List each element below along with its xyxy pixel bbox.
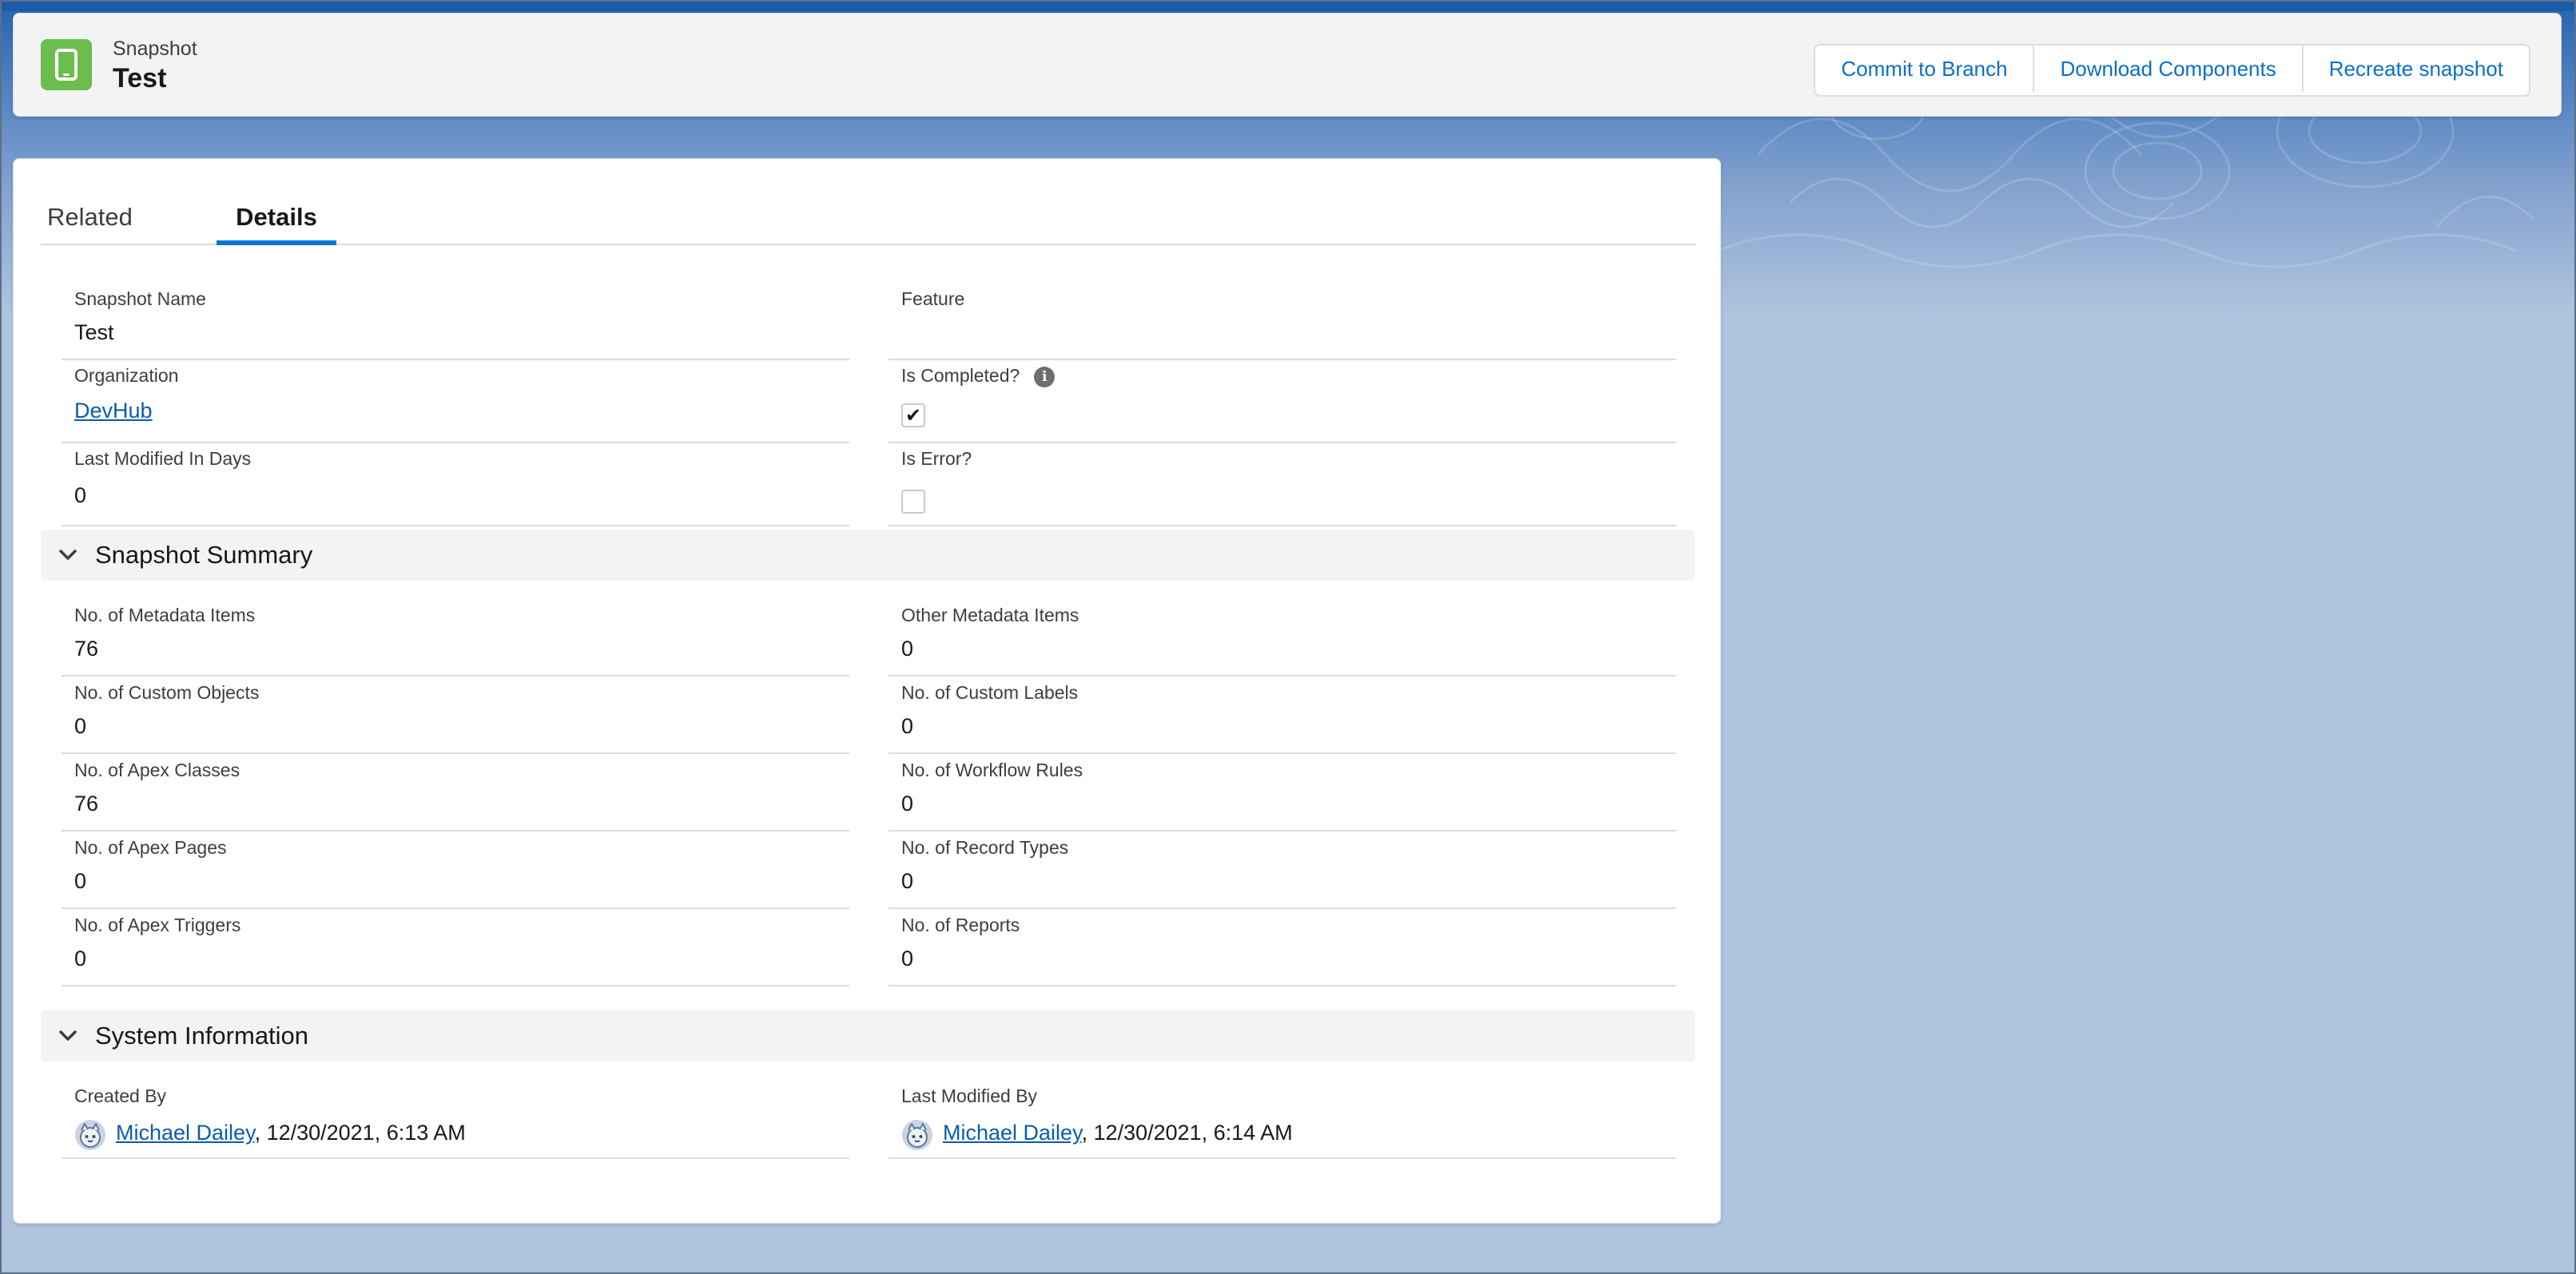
field-record-types: No. of Record Types 0 bbox=[888, 837, 1676, 909]
field-label: No. of Apex Triggers bbox=[74, 915, 241, 935]
created-by-datetime: , 12/30/2021, 6:13 AM bbox=[254, 1121, 466, 1145]
record-header: Snapshot Test Commit to Branch Download … bbox=[13, 13, 2562, 117]
field-label: No. of Custom Objects bbox=[74, 682, 260, 703]
field-value: 0 bbox=[901, 869, 914, 893]
field-label: No. of Apex Pages bbox=[74, 837, 227, 858]
field-label: No. of Record Types bbox=[901, 837, 1069, 858]
field-label: No. of Workflow Rules bbox=[901, 760, 1083, 780]
action-button-group: Commit to Branch Download Components Rec… bbox=[1814, 44, 2530, 97]
recreate-snapshot-button[interactable]: Recreate snapshot bbox=[2301, 46, 2529, 92]
detail-card: Related Details Snapshot Name Test Featu… bbox=[13, 158, 1721, 1224]
field-value: 0 bbox=[901, 637, 914, 661]
last-modified-by-datetime: , 12/30/2021, 6:14 AM bbox=[1081, 1121, 1293, 1145]
section-title: System Information bbox=[95, 1022, 309, 1050]
user-avatar-icon bbox=[75, 1120, 105, 1150]
field-last-modified-in-days: Last Modified In Days 0 bbox=[62, 448, 849, 526]
user-avatar-icon bbox=[902, 1120, 932, 1150]
field-label: No. of Custom Labels bbox=[901, 682, 1079, 703]
field-custom-objects: No. of Custom Objects 0 bbox=[62, 682, 849, 754]
is-error-checkbox bbox=[901, 490, 925, 514]
field-is-completed: Is Completed? i ✔ bbox=[888, 365, 1676, 443]
field-apex-triggers: No. of Apex Triggers 0 bbox=[62, 915, 849, 986]
mobile-device-icon bbox=[41, 39, 92, 90]
chevron-down-icon bbox=[59, 550, 77, 560]
field-value: 0 bbox=[74, 483, 87, 507]
field-value: 0 bbox=[901, 947, 914, 970]
top-strip bbox=[0, 0, 2576, 11]
field-label: Is Error? bbox=[901, 448, 972, 469]
commit-to-branch-button[interactable]: Commit to Branch bbox=[1815, 46, 2033, 92]
field-label: Feature bbox=[901, 288, 965, 309]
field-label: No. of Reports bbox=[901, 915, 1020, 935]
field-organization: Organization DevHub bbox=[62, 365, 849, 443]
is-completed-checkbox: ✔ bbox=[901, 403, 925, 427]
field-reports: No. of Reports 0 bbox=[888, 915, 1676, 986]
created-by-user-link[interactable]: Michael Dailey bbox=[116, 1121, 255, 1145]
field-last-modified-by: Last Modified By Michael Dailey, 12/30/2… bbox=[888, 1085, 1676, 1159]
info-icon[interactable]: i bbox=[1034, 366, 1055, 387]
object-label: Snapshot bbox=[113, 38, 197, 60]
field-value: 0 bbox=[74, 714, 87, 738]
chevron-down-icon bbox=[59, 1030, 77, 1041]
section-snapshot-summary[interactable]: Snapshot Summary bbox=[41, 530, 1695, 581]
tab-details[interactable]: Details bbox=[217, 191, 336, 245]
organization-link[interactable]: DevHub bbox=[74, 399, 153, 423]
field-label: No. of Metadata Items bbox=[74, 605, 256, 625]
field-metadata-items: No. of Metadata Items 76 bbox=[62, 605, 849, 677]
last-modified-by-value: Michael Dailey, 12/30/2021, 6:14 AM bbox=[943, 1121, 1293, 1145]
section-system-information[interactable]: System Information bbox=[41, 1010, 1695, 1062]
field-value: 0 bbox=[901, 792, 914, 816]
field-value: 0 bbox=[901, 714, 914, 738]
field-custom-labels: No. of Custom Labels 0 bbox=[888, 682, 1676, 754]
field-label: Other Metadata Items bbox=[901, 605, 1079, 625]
record-title: Test bbox=[113, 63, 167, 93]
last-modified-by-user-link[interactable]: Michael Dailey bbox=[943, 1121, 1082, 1145]
is-completed-label: Is Completed? bbox=[901, 365, 1020, 386]
field-apex-classes: No. of Apex Classes 76 bbox=[62, 760, 849, 831]
field-apex-pages: No. of Apex Pages 0 bbox=[62, 837, 849, 909]
section-title: Snapshot Summary bbox=[95, 541, 313, 569]
field-other-metadata-items: Other Metadata Items 0 bbox=[888, 605, 1676, 677]
field-value: Test bbox=[74, 320, 114, 344]
field-workflow-rules: No. of Workflow Rules 0 bbox=[888, 760, 1676, 831]
field-label: Created By bbox=[74, 1085, 167, 1106]
field-label: Is Completed? i bbox=[901, 365, 1055, 387]
field-value: 0 bbox=[74, 869, 87, 893]
tab-related[interactable]: Related bbox=[41, 191, 143, 244]
field-label: Last Modified By bbox=[901, 1085, 1038, 1106]
field-feature: Feature bbox=[888, 288, 1676, 360]
download-components-button[interactable]: Download Components bbox=[2033, 46, 2302, 92]
field-is-error: Is Error? bbox=[888, 448, 1676, 526]
field-label: No. of Apex Classes bbox=[74, 760, 241, 780]
field-value: DevHub bbox=[74, 399, 153, 423]
field-label: Snapshot Name bbox=[74, 288, 206, 309]
field-value: 76 bbox=[74, 637, 99, 661]
field-label: Organization bbox=[74, 365, 179, 386]
field-created-by: Created By Michael Dailey, 12/30/2021, 6… bbox=[62, 1085, 849, 1159]
field-label: Last Modified In Days bbox=[74, 448, 252, 469]
field-value: 76 bbox=[74, 792, 99, 816]
field-value: 0 bbox=[74, 947, 87, 970]
field-snapshot-name: Snapshot Name Test bbox=[62, 288, 849, 360]
tab-bar: Related Details bbox=[41, 191, 1696, 245]
created-by-value: Michael Dailey, 12/30/2021, 6:13 AM bbox=[116, 1121, 466, 1145]
